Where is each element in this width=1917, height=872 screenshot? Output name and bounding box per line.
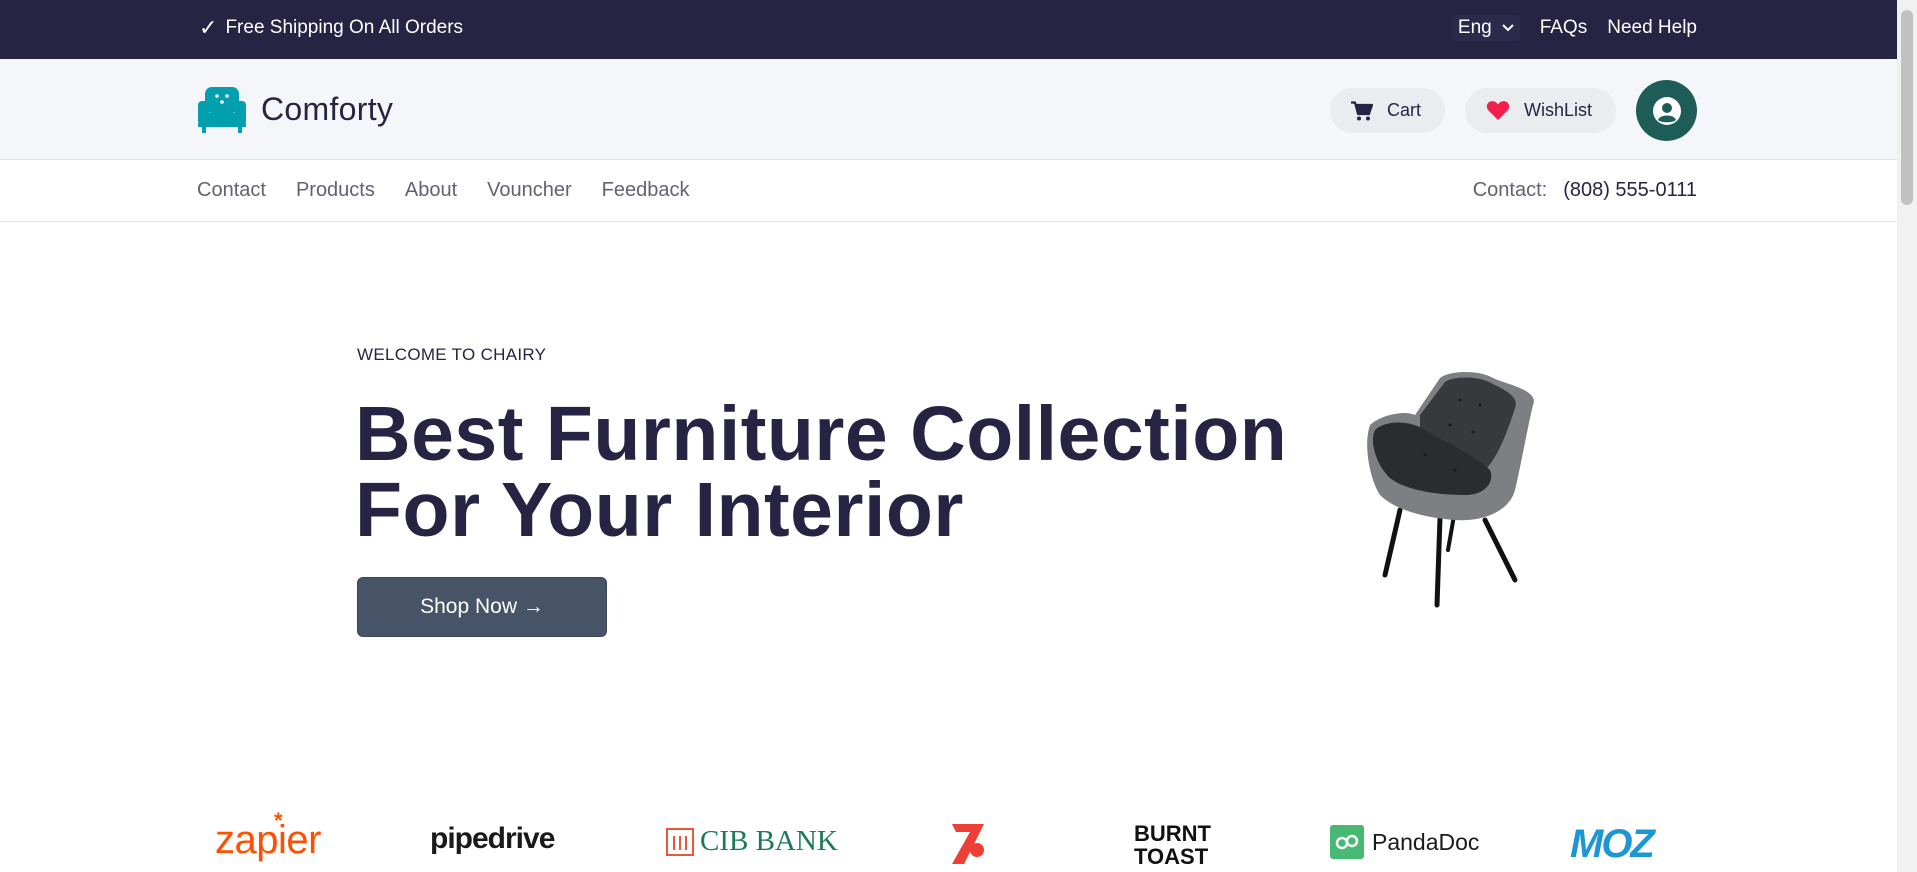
cart-label: Cart	[1386, 100, 1421, 120]
contact-phone[interactable]: (808) 555-0111	[1563, 179, 1697, 202]
pipedrive-logo: pipedrive	[430, 822, 555, 856]
user-account-button[interactable]	[1636, 80, 1697, 141]
zapier-logo: * zapier	[215, 808, 321, 863]
wishlist-button[interactable]: WishList	[1464, 88, 1616, 133]
zeplin-logo	[950, 820, 986, 872]
header-actions: Cart WishList	[1329, 80, 1697, 141]
contact-label: Contact:	[1472, 179, 1548, 201]
page-scrollbar[interactable]	[1897, 0, 1917, 872]
nav-link-feedback[interactable]: Feedback	[602, 179, 690, 202]
shop-now-button[interactable]: Shop Now →	[357, 577, 607, 637]
free-shipping-notice: ✓ Free Shipping On All Orders	[199, 17, 463, 39]
nav-links: Contact Products About Vouncher Feedback	[197, 179, 690, 202]
faqs-link[interactable]: FAQs	[1540, 17, 1588, 39]
brand-logo[interactable]: Comforty	[197, 85, 393, 133]
zeplin-icon	[952, 824, 984, 864]
pandadoc-logo: PandaDoc	[1330, 825, 1479, 859]
hero-title-line-1: Best Furniture Collection	[355, 391, 1288, 477]
nav-link-contact[interactable]: Contact	[197, 179, 266, 202]
sofa-logo-icon	[198, 87, 246, 133]
zapier-asterisk-icon: *	[274, 808, 283, 833]
user-icon	[1652, 96, 1681, 125]
burnt-toast-logo: BURNT TOAST	[1134, 822, 1211, 868]
heart-icon	[1486, 101, 1510, 120]
zapier-wordmark: zapier	[215, 818, 321, 862]
main-navigation: Contact Products About Vouncher Feedback…	[0, 161, 1897, 222]
brand-logos-strip: * zapier pipedrive CIB BANK BURNT TOAST …	[0, 808, 1897, 872]
chevron-down-icon	[1501, 24, 1514, 32]
pandadoc-wordmark: PandaDoc	[1372, 828, 1480, 855]
burnt-toast-wordmark-2: TOAST	[1134, 844, 1209, 869]
wishlist-label: WishList	[1523, 100, 1592, 120]
moz-logo: MOZ	[1570, 822, 1655, 867]
nav-link-about[interactable]: About	[405, 179, 457, 202]
top-bar: ✓ Free Shipping On All Orders Eng FAQs N…	[0, 0, 1897, 59]
need-help-link[interactable]: Need Help	[1607, 17, 1697, 39]
cib-bank-wordmark: CIB BANK	[700, 825, 838, 857]
cib-bank-logo: CIB BANK	[666, 825, 838, 858]
hero-welcome: WELCOME TO CHAIRY	[357, 345, 547, 364]
hero-title-line-2: For Your Interior	[355, 467, 964, 553]
check-icon: ✓	[199, 15, 218, 40]
nav-link-vouncher[interactable]: Vouncher	[487, 179, 572, 202]
pipedrive-wordmark: pipedrive	[430, 822, 555, 855]
scrollbar-thumb[interactable]	[1901, 10, 1913, 205]
site-header: Comforty Cart WishList	[0, 59, 1897, 160]
free-shipping-text: Free Shipping On All Orders	[225, 17, 464, 38]
nav-contact: Contact: (808) 555-0111	[1473, 179, 1697, 202]
language-select[interactable]: Eng	[1451, 15, 1520, 41]
cart-icon	[1350, 100, 1373, 120]
chair-image	[1367, 372, 1534, 608]
cart-button[interactable]: Cart	[1329, 88, 1445, 133]
hero-title: Best Furniture Collection For Your Inter…	[355, 391, 1288, 553]
burnt-toast-wordmark-1: BURNT	[1134, 821, 1211, 846]
pandadoc-icon	[1330, 825, 1364, 859]
language-value: Eng	[1457, 17, 1492, 38]
top-bar-links: Eng FAQs Need Help	[1451, 15, 1697, 41]
nav-link-products[interactable]: Products	[296, 179, 375, 202]
cib-bank-icon	[666, 827, 694, 856]
brand-name: Comforty	[261, 90, 394, 127]
moz-wordmark: MOZ	[1570, 822, 1655, 866]
